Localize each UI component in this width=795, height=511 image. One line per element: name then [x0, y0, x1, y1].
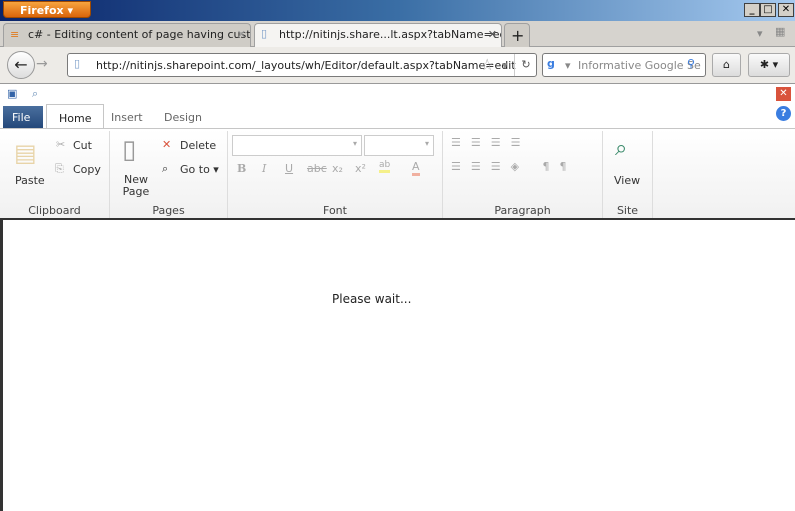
- page-icon: ▯: [74, 57, 81, 70]
- group-pages: ▯ New Page ✕ Delete ⌕ Go to ▾ Pages: [110, 131, 228, 219]
- font-family-select[interactable]: ▾: [232, 135, 362, 156]
- font-color-button[interactable]: A: [412, 160, 420, 176]
- group-label: Font: [323, 204, 347, 217]
- group-label: Clipboard: [28, 204, 81, 217]
- group-clipboard: ▤ Paste ✂ Cut ⎘ Copy Clipboard: [0, 131, 110, 219]
- url-bar[interactable]: ▯ http://nitinjs.sharepoint.com/_layouts…: [67, 53, 537, 77]
- close-window-button[interactable]: ✕: [778, 3, 794, 17]
- group-label: Site: [616, 204, 639, 217]
- preview-icon[interactable]: ⌕: [32, 87, 38, 101]
- home-icon: ⌂: [723, 58, 730, 71]
- content-area: Please wait...: [0, 218, 795, 511]
- goto-icon: ⌕: [162, 162, 169, 175]
- copy-button[interactable]: Copy: [73, 163, 101, 176]
- strikethrough-button[interactable]: abc: [307, 162, 327, 175]
- url-text: http://nitinjs.sharepoint.com/_layouts/w…: [96, 59, 516, 72]
- cut-icon: ✂: [56, 138, 66, 151]
- group-site: ⌕ View Site: [603, 131, 653, 219]
- loading-message: Please wait...: [332, 292, 412, 306]
- bookmark-star-icon[interactable]: ☆: [480, 55, 494, 74]
- bold-button[interactable]: B: [237, 162, 246, 175]
- close-tab-icon[interactable]: ✕: [488, 28, 497, 41]
- ribbon-tabs: File Home Insert Design: [0, 104, 795, 129]
- cut-button[interactable]: Cut: [73, 139, 92, 152]
- maximize-button[interactable]: □: [760, 3, 776, 17]
- reload-icon[interactable]: ↻: [514, 54, 537, 76]
- tab-label: http://nitinjs.share...lt.aspx?tabName=e…: [279, 28, 502, 41]
- search-box[interactable]: g ▾ Informative Google Se ⚲: [542, 53, 706, 77]
- tab-groups-icon[interactable]: ▦: [775, 25, 785, 38]
- new-page-icon: ▯: [122, 135, 137, 165]
- italic-button[interactable]: I: [262, 162, 266, 175]
- new-page-button[interactable]: New Page: [122, 174, 150, 198]
- forward-button[interactable]: →: [36, 56, 48, 72]
- list-buttons[interactable]: ☰☰☰☰: [451, 136, 530, 149]
- minimize-button[interactable]: _: [744, 3, 760, 17]
- goto-label: Go to: [180, 163, 210, 176]
- browser-tab[interactable]: ≡ c# - Editing content of page having cu…: [3, 23, 251, 47]
- tab-home[interactable]: Home: [46, 104, 105, 129]
- font-size-select[interactable]: ▾: [364, 135, 434, 156]
- google-icon[interactable]: g: [547, 57, 555, 70]
- back-button[interactable]: ←: [7, 51, 35, 79]
- navigation-bar: ← → ▯ http://nitinjs.sharepoint.com/_lay…: [0, 47, 795, 84]
- title-bar: Firefox ▾ _ □ ✕: [0, 0, 795, 21]
- search-icon[interactable]: ⚲: [687, 57, 695, 70]
- copy-icon: ⎘: [55, 162, 64, 175]
- firefox-menu-button[interactable]: Firefox ▾: [3, 1, 91, 18]
- group-font: ▾ ▾ B I U abc x₂ x² ab A Font: [228, 131, 443, 219]
- engine-dropdown-icon[interactable]: ▾: [565, 59, 571, 72]
- tab-strip: ≡ c# - Editing content of page having cu…: [0, 21, 795, 47]
- goto-button[interactable]: Go to ▾: [180, 163, 219, 176]
- close-editor-icon[interactable]: ✕: [776, 87, 791, 101]
- tab-file[interactable]: File: [3, 106, 43, 128]
- align-buttons[interactable]: ☰☰☰◈ ¶¶: [451, 160, 577, 173]
- bug-icon: ✱ ▾: [759, 58, 779, 71]
- highlight-button[interactable]: ab: [379, 160, 391, 173]
- paste-button[interactable]: Paste: [15, 174, 45, 187]
- stackoverflow-icon: ≡: [10, 28, 20, 41]
- delete-icon: ✕: [162, 138, 172, 151]
- addon-button[interactable]: ✱ ▾: [748, 53, 790, 77]
- delete-button[interactable]: Delete: [180, 139, 216, 152]
- search-placeholder: Informative Google Se: [578, 59, 701, 72]
- tab-design[interactable]: Design: [152, 104, 214, 129]
- new-tab-button[interactable]: +: [504, 23, 530, 47]
- group-label: Pages: [152, 204, 185, 217]
- ribbon: ▤ Paste ✂ Cut ⎘ Copy Clipboard ▯ New Pag…: [0, 128, 795, 219]
- view-button[interactable]: View: [614, 174, 640, 187]
- tab-list-icon[interactable]: ▾: [757, 27, 763, 40]
- page-icon: ▯: [261, 27, 268, 40]
- tab-insert[interactable]: Insert: [99, 104, 155, 129]
- underline-button[interactable]: U: [285, 162, 293, 175]
- history-dropdown-icon[interactable]: ▾: [502, 59, 508, 72]
- paste-icon: ▤: [14, 139, 37, 167]
- close-tab-icon[interactable]: ✕: [237, 28, 246, 41]
- group-label: Paragraph: [494, 204, 551, 217]
- view-icon: ⌕: [615, 136, 628, 161]
- tab-label: c# - Editing content of page having cust…: [28, 28, 251, 41]
- superscript-button[interactable]: x²: [355, 162, 366, 175]
- browser-tab-active[interactable]: ▯ http://nitinjs.share...lt.aspx?tabName…: [254, 23, 502, 47]
- subscript-button[interactable]: x₂: [332, 162, 343, 175]
- group-paragraph: ☰☰☰☰ ☰☰☰◈ ¶¶ Paragraph: [443, 131, 603, 219]
- save-icon[interactable]: ▣: [7, 87, 17, 100]
- firefox-menu-label: Firefox: [20, 4, 64, 17]
- home-button[interactable]: ⌂: [712, 53, 741, 77]
